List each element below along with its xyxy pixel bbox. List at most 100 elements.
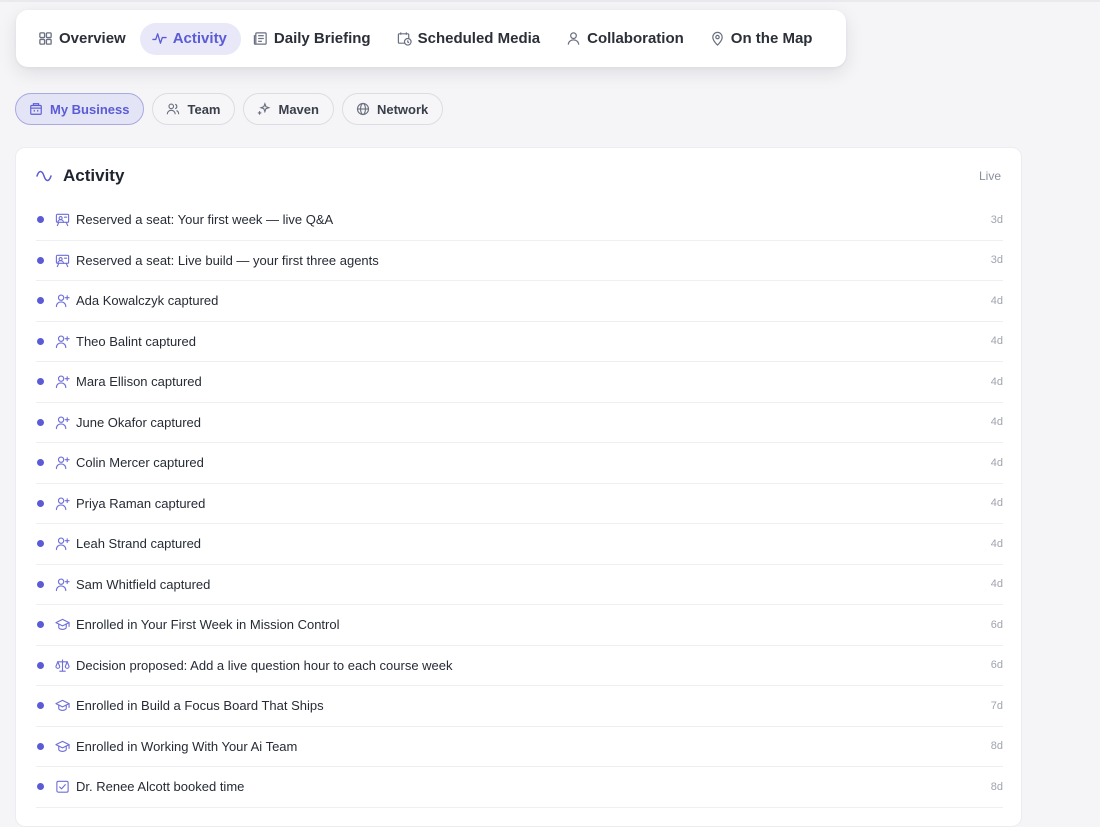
activity-time: 4d — [990, 578, 1003, 591]
top-divider — [0, 0, 1100, 2]
activity-list: Reserved a seat: Your first week — live … — [36, 200, 1003, 808]
activity-time: 4d — [990, 335, 1003, 348]
tab-overview[interactable]: Overview — [26, 23, 140, 55]
activity-icon — [152, 33, 167, 44]
graduation-cap-icon — [55, 700, 70, 712]
activity-row[interactable]: Reserved a seat: Live build — your first… — [36, 241, 1003, 281]
user-plus-icon — [55, 497, 70, 510]
users-icon — [167, 103, 180, 115]
building-icon — [30, 103, 42, 115]
presentation-icon — [55, 254, 70, 267]
activity-time: 4d — [990, 416, 1003, 429]
activity-row[interactable]: Ada Kowalczyk captured 4d — [36, 281, 1003, 322]
activity-text: Enrolled in Build a Focus Board That Shi… — [76, 698, 324, 714]
unread-dot — [37, 783, 44, 791]
activity-row[interactable]: June Okafor captured 4d — [36, 403, 1003, 443]
user-icon — [567, 32, 580, 45]
activity-text: Enrolled in Working With Your Ai Team — [76, 738, 298, 754]
activity-row[interactable]: Enrolled in Working With Your Ai Team 8d — [36, 727, 1003, 767]
tab-collaboration[interactable]: Collaboration — [554, 23, 698, 55]
activity-row[interactable]: Dr. Renee Alcott booked time 8d — [36, 767, 1003, 808]
presentation-icon — [55, 214, 70, 227]
unread-dot — [37, 459, 44, 467]
unread-dot — [37, 256, 44, 264]
calendar-clock-icon — [397, 32, 412, 46]
filter-label: Maven — [278, 101, 319, 117]
unread-dot — [37, 702, 44, 710]
activity-time: 4d — [990, 375, 1003, 388]
activity-time: 4d — [990, 294, 1003, 307]
tab-daily-briefing[interactable]: Daily Briefing — [241, 23, 385, 55]
activity-time: 3d — [990, 254, 1003, 267]
map-pin-icon — [711, 31, 723, 46]
unread-dot — [37, 216, 44, 224]
activity-text: Reserved a seat: Live build — your first… — [76, 252, 379, 268]
activity-time: 6d — [990, 659, 1003, 672]
activity-text: Colin Mercer captured — [76, 455, 204, 471]
user-plus-icon — [55, 375, 70, 389]
activity-time: 3d — [990, 213, 1003, 226]
activity-row[interactable]: Mara Ellison captured 4d — [36, 362, 1003, 403]
unread-dot — [37, 742, 44, 750]
filter-team[interactable]: Team — [152, 93, 236, 125]
activity-text: June Okafor captured — [76, 414, 202, 430]
unread-dot — [37, 418, 44, 426]
activity-row[interactable]: Colin Mercer captured 4d — [36, 443, 1003, 484]
tab-label: Activity — [172, 30, 227, 47]
tab-activity[interactable]: Activity — [139, 22, 241, 55]
filter-label: My Business — [50, 101, 130, 117]
activity-text: Priya Raman captured — [76, 495, 206, 511]
tab-scheduled-media[interactable]: Scheduled Media — [385, 23, 555, 55]
tab-on-the-map[interactable]: On the Map — [698, 23, 827, 55]
activity-time: 8d — [990, 780, 1003, 793]
sparkles-icon — [258, 102, 271, 115]
filter-label: Network — [376, 101, 429, 117]
activity-row[interactable]: Sam Whitfield captured 4d — [36, 565, 1003, 605]
user-plus-icon — [55, 537, 70, 551]
user-plus-icon — [55, 294, 70, 308]
tab-label: Scheduled Media — [417, 30, 541, 47]
unread-dot — [37, 378, 44, 386]
unread-dot — [37, 540, 44, 548]
user-plus-icon — [55, 578, 70, 591]
tab-label: On the Map — [730, 30, 813, 47]
activity-row[interactable]: Enrolled in Your First Week in Mission C… — [36, 605, 1003, 646]
activity-time: 4d — [990, 537, 1003, 550]
activity-text: Sam Whitfield captured — [76, 576, 211, 592]
activity-text: Leah Strand captured — [76, 536, 202, 552]
globe-icon — [356, 102, 370, 116]
live-status: Live — [978, 169, 1001, 183]
activity-text: Enrolled in Your First Week in Mission C… — [76, 617, 340, 633]
tab-label: Collaboration — [587, 30, 684, 47]
activity-text: Ada Kowalczyk captured — [76, 293, 219, 309]
activity-text: Reserved a seat: Your first week — live … — [76, 212, 334, 228]
activity-row[interactable]: Decision proposed: Add a live question h… — [36, 646, 1003, 686]
user-plus-icon — [55, 456, 70, 470]
activity-row[interactable]: Theo Balint captured 4d — [36, 322, 1003, 362]
activity-time: 4d — [990, 456, 1003, 469]
unread-dot — [37, 621, 44, 629]
user-plus-icon — [55, 335, 70, 348]
graduation-cap-icon — [55, 740, 70, 752]
activity-row[interactable]: Leah Strand captured 4d — [36, 524, 1003, 565]
activity-row[interactable]: Priya Raman captured 4d — [36, 484, 1003, 524]
filter-network[interactable]: Network — [341, 93, 444, 125]
activity-text: Dr. Renee Alcott booked time — [76, 779, 245, 795]
filter-maven[interactable]: Maven — [243, 93, 334, 125]
filter-my-business[interactable]: My Business — [15, 93, 145, 125]
unread-dot — [37, 297, 44, 305]
activity-time: 7d — [990, 699, 1003, 712]
activity-title: Activity — [63, 166, 125, 185]
activity-text: Decision proposed: Add a live question h… — [76, 657, 453, 673]
activity-row[interactable]: Enrolled in Build a Focus Board That Shi… — [36, 686, 1003, 727]
newspaper-icon — [253, 32, 267, 45]
filter-label: Team — [187, 101, 221, 117]
activity-time: 4d — [990, 497, 1003, 510]
calendar-check-icon — [56, 781, 69, 793]
unread-dot — [37, 580, 44, 588]
activity-header: Activity Live — [36, 165, 1001, 187]
tab-label: Daily Briefing — [273, 30, 371, 47]
activity-row[interactable]: Reserved a seat: Your first week — live … — [36, 200, 1003, 241]
unread-dot — [37, 499, 44, 507]
unread-dot — [37, 661, 44, 669]
